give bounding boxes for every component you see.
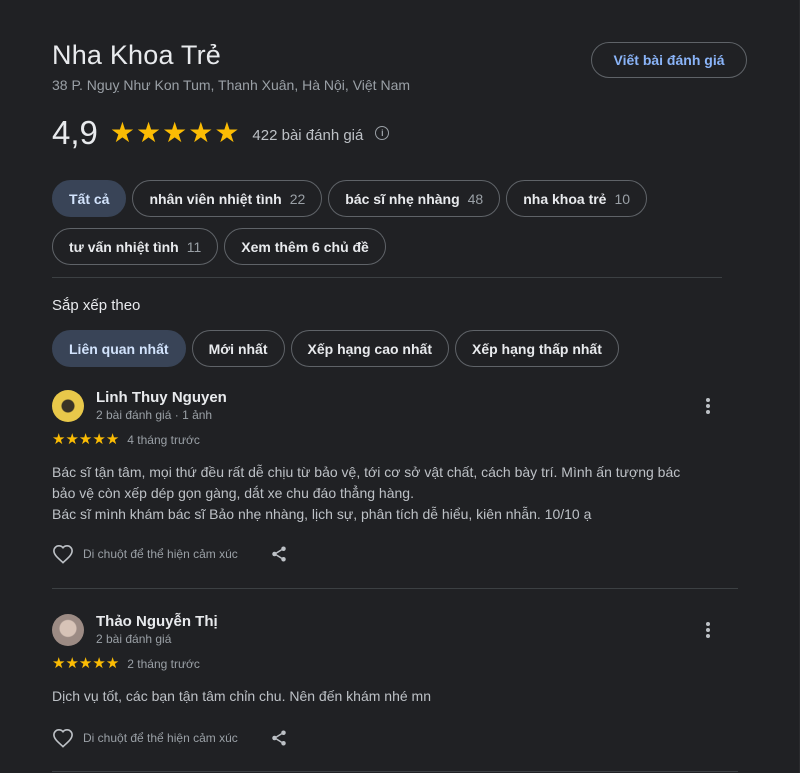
review-text-line: Bác sĩ mình khám bác sĩ Bảo nhẹ nhàng, l…	[52, 506, 592, 522]
review-text-line: Dịch vụ tốt, các bạn tận tâm chỉn chu. N…	[52, 688, 431, 704]
sort-lowest[interactable]: Xếp hạng thấp nhất	[454, 330, 619, 367]
review-item: Thảo Nguyễn Thị 2 bài đánh giá ★ ★ ★ ★ ★…	[52, 613, 742, 764]
review-actions: Di chuột để thể hiện cảm xúc	[52, 544, 288, 564]
heart-icon[interactable]	[52, 544, 74, 564]
sort-relevant[interactable]: Liên quan nhất	[52, 330, 186, 367]
share-icon[interactable]	[270, 729, 288, 747]
reviewer-name[interactable]: Linh Thuy Nguyen	[96, 389, 227, 406]
topic-chip-label: bác sĩ nhẹ nhàng	[345, 190, 460, 207]
star-icon: ★	[105, 655, 120, 672]
review-text-line: bảo vệ còn xếp dép gọn gàng, dắt xe chu …	[52, 485, 414, 501]
star-icon: ★	[188, 117, 214, 148]
topic-chip-label: tư vấn nhiệt tình	[69, 238, 179, 255]
more-vert-icon[interactable]	[700, 620, 716, 640]
heart-icon[interactable]	[52, 728, 74, 748]
review-time: 2 tháng trước	[127, 656, 200, 671]
topic-chip-clinic[interactable]: nha khoa trẻ 10	[506, 180, 648, 217]
topic-chips-row-1: Tất cả nhân viên nhiệt tình 22 bác sĩ nh…	[52, 180, 648, 217]
review-text-line: Bác sĩ tận tâm, mọi thứ đều rất dễ chịu …	[52, 464, 681, 480]
review-time: 4 tháng trước	[127, 432, 200, 447]
review-item: Linh Thuy Nguyen 2 bài đánh giá · 1 ảnh …	[52, 389, 742, 580]
topic-chip-count: 22	[289, 190, 306, 207]
place-header: Nha Khoa Trẻ 38 P. Nguỵ Như Kon Tum, Tha…	[52, 40, 747, 93]
star-icon: ★	[109, 117, 135, 148]
topic-chip-all[interactable]: Tất cả	[52, 180, 127, 217]
topic-chip-label: Xem thêm 6 chủ đề	[241, 238, 369, 255]
avatar[interactable]	[52, 390, 84, 422]
info-icon[interactable]: i	[375, 126, 390, 140]
review-rating: ★ ★ ★ ★ ★ 2 tháng trước	[52, 656, 200, 671]
topic-chips-row-2: tư vấn nhiệt tình 11 Xem thêm 6 chủ đề	[52, 228, 386, 265]
rating-stars: ★ ★ ★ ★ ★	[110, 119, 241, 147]
star-icon: ★	[105, 431, 120, 448]
review-text: Dịch vụ tốt, các bạn tận tâm chỉn chu. N…	[52, 686, 732, 707]
review-actions: Di chuột để thể hiện cảm xúc	[52, 728, 288, 748]
share-icon[interactable]	[270, 545, 288, 563]
write-review-button[interactable]: Viết bài đánh giá	[591, 42, 747, 78]
review-count: 422 bài đánh giá	[252, 126, 364, 144]
topic-chip-label: Tất cả	[69, 190, 110, 207]
reviewer-name[interactable]: Thảo Nguyễn Thị	[96, 613, 218, 630]
avatar[interactable]	[52, 614, 84, 646]
topic-chip-consult[interactable]: tư vấn nhiệt tình 11	[52, 228, 219, 265]
star-icon: ★	[78, 655, 93, 672]
topic-chip-label: nhân viên nhiệt tình	[149, 190, 282, 207]
divider	[52, 277, 722, 278]
reviews-panel: Nha Khoa Trẻ 38 P. Nguỵ Như Kon Tum, Tha…	[0, 0, 800, 773]
review-rating: ★ ★ ★ ★ ★ 4 tháng trước	[52, 432, 200, 447]
review-text: Bác sĩ tận tâm, mọi thứ đều rất dễ chịu …	[52, 462, 732, 525]
topic-chip-gentle-doctor[interactable]: bác sĩ nhẹ nhàng 48	[328, 180, 501, 217]
star-icon: ★	[92, 431, 106, 448]
star-icon: ★	[52, 655, 66, 672]
divider	[52, 771, 738, 772]
place-address: 38 P. Nguỵ Như Kon Tum, Thanh Xuân, Hà N…	[52, 77, 411, 93]
topic-chip-staff[interactable]: nhân viên nhiệt tình 22	[132, 180, 323, 217]
rating-summary: 4,9 ★ ★ ★ ★ ★ 422 bài đánh giá i	[52, 114, 390, 152]
reviewer-meta: 2 bài đánh giá	[96, 632, 172, 646]
react-hint: Di chuột để thể hiện cảm xúc	[83, 547, 238, 561]
star-icon: ★	[92, 655, 106, 672]
star-icon: ★	[162, 117, 188, 148]
topic-chip-label: nha khoa trẻ	[523, 190, 607, 207]
star-icon: ★	[65, 431, 79, 448]
reviewer-meta: 2 bài đánh giá · 1 ảnh	[96, 408, 213, 422]
star-icon: ★	[135, 117, 162, 148]
more-vert-icon[interactable]	[700, 396, 716, 416]
topic-chip-count: 48	[467, 190, 484, 207]
star-icon: ★	[52, 431, 66, 448]
star-icon: ★	[65, 655, 79, 672]
sort-options: Liên quan nhất Mới nhất Xếp hạng cao nhấ…	[52, 330, 619, 367]
sort-label: Sắp xếp theo	[52, 297, 141, 314]
topic-chip-count: 10	[614, 190, 631, 207]
rating-value: 4,9	[52, 114, 98, 151]
divider	[52, 588, 738, 589]
star-icon: ★	[78, 431, 93, 448]
star-icon: ★	[214, 117, 240, 148]
sort-highest[interactable]: Xếp hạng cao nhất	[290, 330, 449, 367]
topic-chip-count: 11	[186, 238, 202, 255]
react-hint: Di chuột để thể hiện cảm xúc	[83, 731, 238, 745]
sort-newest[interactable]: Mới nhất	[191, 330, 285, 367]
more-topics-chip[interactable]: Xem thêm 6 chủ đề	[224, 228, 386, 265]
